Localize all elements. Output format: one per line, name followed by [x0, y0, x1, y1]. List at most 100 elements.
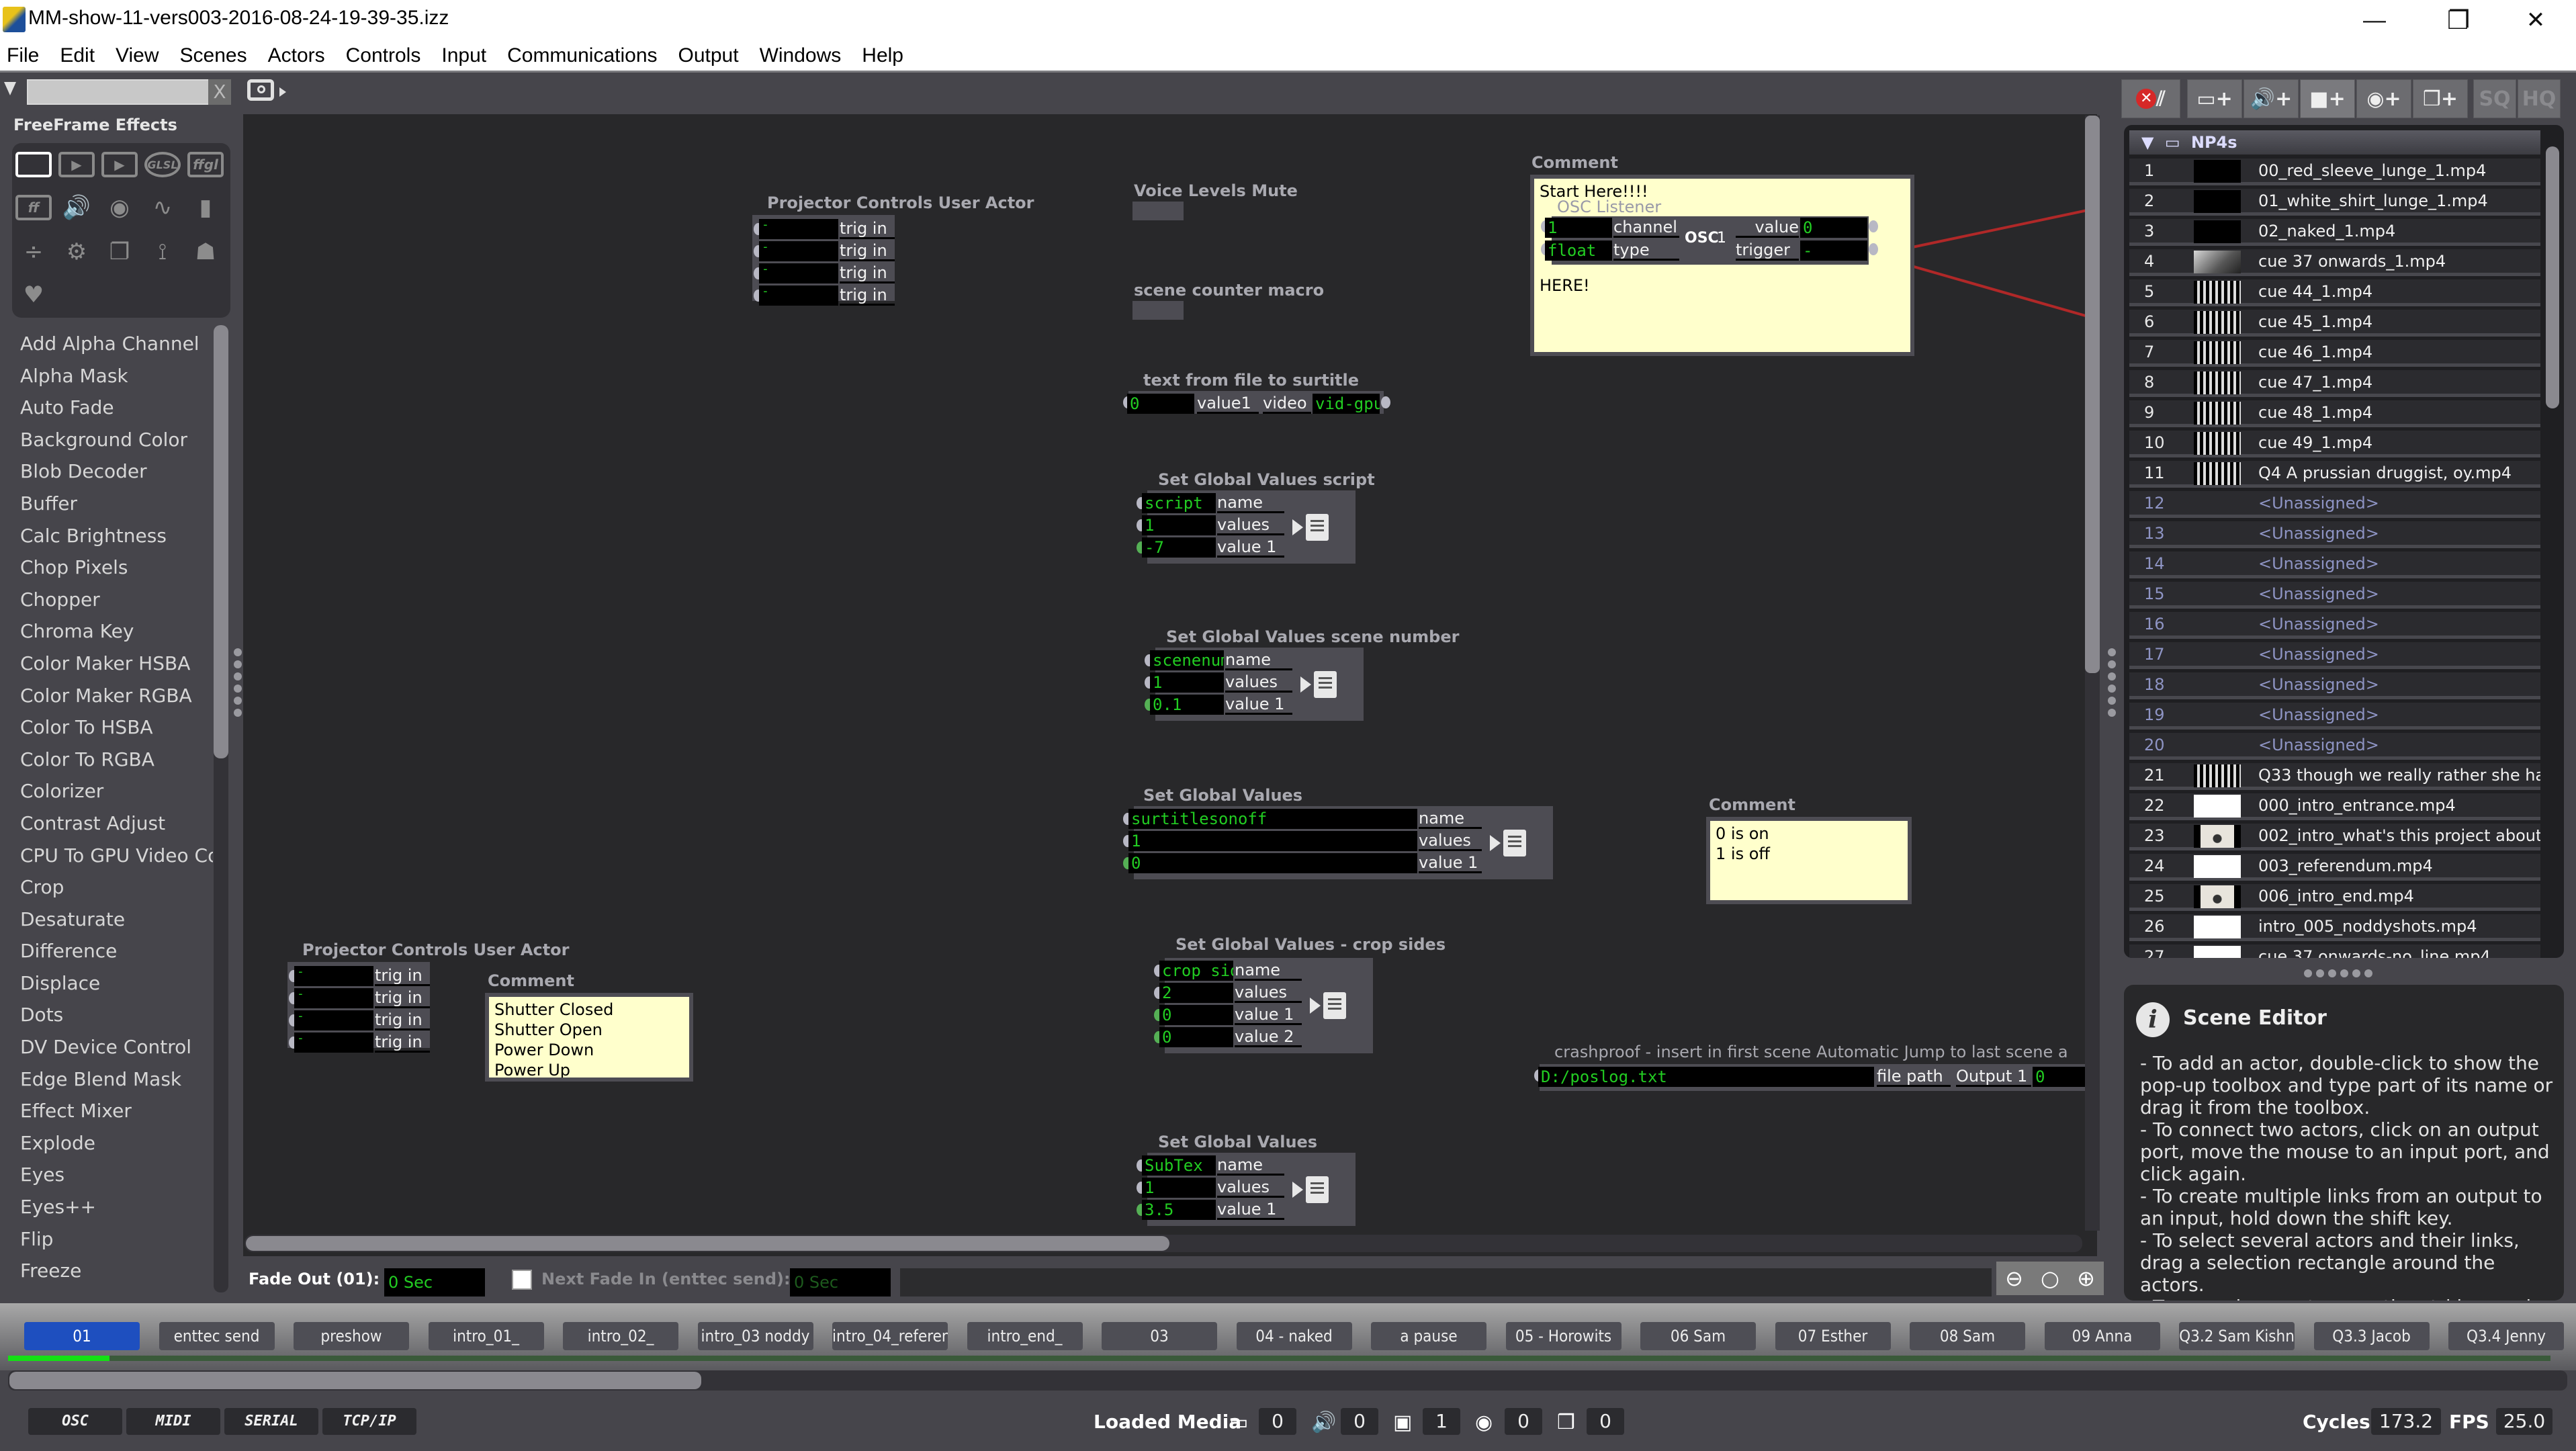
effect-list-item[interactable]: CPU To GPU Video Converter: [8, 840, 213, 872]
file-path-field[interactable]: D:/poslog.txt: [1538, 1067, 1874, 1087]
close-button[interactable]: ✕: [2495, 0, 2576, 40]
snapshot-menu-arrow-icon[interactable]: [279, 87, 286, 97]
values-field[interactable]: 1: [1128, 831, 1417, 851]
scene-tab[interactable]: 08 Sam: [1910, 1322, 2025, 1350]
snapshot-camera-icon[interactable]: [247, 79, 274, 101]
effect-list-item[interactable]: Contrast Adjust: [8, 807, 213, 840]
effect-list-item[interactable]: Explode: [8, 1127, 213, 1159]
add-movie-button[interactable]: ▭+: [2187, 79, 2242, 118]
midi-icon[interactable]: ◉: [101, 194, 138, 221]
effect-list-item[interactable]: Eyes: [8, 1159, 213, 1191]
media-bin-item[interactable]: 8 cue 47_1.mp4: [2129, 370, 2540, 397]
media-bin-item[interactable]: 3 02_naked_1.mp4: [2129, 219, 2540, 246]
osc-status-button[interactable]: OSC: [28, 1408, 122, 1435]
canvas-vertical-scroll-thumb[interactable]: [2085, 116, 2100, 673]
media-bin-item[interactable]: 6 cue 45_1.mp4: [2129, 310, 2540, 337]
name-field[interactable]: SubTex: [1142, 1155, 1216, 1176]
search-clear-button[interactable]: X: [208, 79, 231, 105]
menu-controls[interactable]: Controls: [346, 44, 421, 67]
document-icon[interactable]: [1314, 670, 1337, 698]
type-value-field[interactable]: float: [1545, 240, 1612, 261]
left-splitter-grip[interactable]: [234, 648, 242, 717]
menu-input[interactable]: Input: [441, 44, 486, 67]
effect-list-item[interactable]: Flip: [8, 1223, 213, 1256]
sq-button[interactable]: SQ: [2473, 79, 2516, 118]
mouse-icon[interactable]: ▮: [187, 194, 224, 221]
menu-windows[interactable]: Windows: [760, 44, 842, 67]
tcpip-status-button[interactable]: TCP/IP: [322, 1408, 416, 1435]
toolbox-search-input[interactable]: [27, 79, 215, 105]
name-field[interactable]: surtitlesonoff: [1128, 809, 1417, 829]
effect-list-item[interactable]: Blob Decoder: [8, 455, 213, 488]
document-icon[interactable]: [1323, 992, 1346, 1019]
math-icon[interactable]: ÷: [15, 238, 52, 265]
video-output-field[interactable]: vid-gpu: [1313, 394, 1380, 414]
toolbox-collapse-icon[interactable]: [4, 82, 16, 95]
scene-tab[interactable]: 01: [24, 1322, 140, 1350]
user-actor-icon[interactable]: ☗: [187, 238, 224, 265]
restore-button[interactable]: ❐: [2418, 0, 2499, 40]
scene-tab[interactable]: Q3.4 Jenny: [2448, 1322, 2564, 1350]
media-bin-item[interactable]: 25 006_intro_end.mp4: [2129, 884, 2540, 911]
value1-field[interactable]: 0: [1127, 394, 1194, 414]
values-field[interactable]: 1: [1142, 515, 1216, 535]
scene-tab[interactable]: intro_01_: [428, 1322, 544, 1350]
next-fade-in-checkbox[interactable]: [512, 1270, 532, 1290]
delete-media-button[interactable]: ✕ ⫽: [2121, 79, 2180, 118]
scene-tab[interactable]: 05 - Horowits: [1505, 1322, 1622, 1350]
effect-list-item[interactable]: Chop Pixels: [8, 552, 213, 584]
effect-list-item[interactable]: Eyes++: [8, 1191, 213, 1223]
trigger-output-field[interactable]: -: [1800, 240, 1867, 261]
media-bin-item[interactable]: 20 <Unassigned>: [2129, 733, 2540, 760]
comment-projector-commands[interactable]: Shutter Closed Shutter Open Power Down P…: [485, 993, 693, 1082]
scene-tab[interactable]: intro_03 noddy: [697, 1322, 813, 1350]
scene-tab[interactable]: a pause: [1371, 1322, 1486, 1350]
media-bin-item[interactable]: 11 Q4 A prussian druggist, oy.mp4: [2129, 461, 2540, 488]
media-bin-scroll-thumb[interactable]: [2546, 146, 2559, 408]
document-icon[interactable]: [1306, 1176, 1329, 1203]
media-bin-item[interactable]: 23 002_intro_what's this project about: [2129, 824, 2540, 850]
channel-value-field[interactable]: 1: [1545, 218, 1612, 238]
zoom-out-icon[interactable]: ⊖: [2005, 1266, 2023, 1291]
effect-list-item[interactable]: Edge Blend Mask: [8, 1063, 213, 1096]
media-bin-item[interactable]: 13 <Unassigned>: [2129, 521, 2540, 548]
media-bin-item[interactable]: 4 cue 37 onwards_1.mp4: [2129, 249, 2540, 276]
media-bin-item[interactable]: 10 cue 49_1.mp4: [2129, 431, 2540, 457]
antenna-icon[interactable]: ⟟: [144, 238, 181, 265]
media-bin-item[interactable]: 1 00_red_sleeve_lunge_1.mp4: [2129, 159, 2540, 185]
gear-icon[interactable]: ⚙: [58, 238, 95, 265]
media-bin-item[interactable]: 5 cue 44_1.mp4: [2129, 279, 2540, 306]
scene-tab[interactable]: 09 Anna: [2044, 1322, 2160, 1350]
effect-list-item[interactable]: Dots: [8, 999, 213, 1031]
effect-list-item[interactable]: Displace: [8, 967, 213, 1000]
effect-list-item[interactable]: Chopper: [8, 584, 213, 616]
freeframe-icon[interactable]: ff: [15, 194, 52, 221]
menu-file[interactable]: File: [7, 44, 39, 67]
values-field[interactable]: 2: [1159, 983, 1233, 1003]
output-video-icon[interactable]: ▶: [101, 151, 138, 178]
right-splitter-grip[interactable]: [2108, 648, 2116, 717]
scene-tab[interactable]: 07 Esther: [1775, 1322, 1891, 1350]
wave-icon[interactable]: ∿: [144, 194, 181, 221]
trigger-field[interactable]: -: [759, 241, 838, 261]
ffgl-icon[interactable]: ffgl: [187, 151, 224, 178]
output-port[interactable]: [1381, 396, 1390, 408]
media-bin-item[interactable]: 19 <Unassigned>: [2129, 703, 2540, 730]
media-bin-item[interactable]: 27 cue 37 onwards-no_line.mp4: [2129, 944, 2540, 958]
scene-tab[interactable]: 06 Sam: [1640, 1322, 1756, 1350]
zoom-reset-icon[interactable]: ○: [2041, 1266, 2059, 1291]
video-actors-icon[interactable]: [15, 151, 52, 178]
media-bin-item[interactable]: 17 <Unassigned>: [2129, 642, 2540, 669]
media-bin-item[interactable]: 16 <Unassigned>: [2129, 612, 2540, 639]
fade-out-field[interactable]: 0 Sec: [384, 1268, 485, 1296]
scene-list-scroll-thumb[interactable]: [9, 1372, 701, 1389]
document-icon[interactable]: [1306, 513, 1329, 541]
comment-surtitles-onoff[interactable]: 0 is on 1 is off: [1706, 817, 1912, 904]
media-help-splitter[interactable]: [2304, 969, 2372, 977]
trigger-field[interactable]: -: [759, 285, 838, 306]
effect-list-item[interactable]: Calc Brightness: [8, 520, 213, 552]
favorites-heart-icon[interactable]: ♥: [15, 281, 52, 308]
scene-tab[interactable]: intro_04_referend: [832, 1322, 948, 1350]
effect-list-item[interactable]: Difference: [8, 935, 213, 967]
name-field[interactable]: scenenumber: [1150, 650, 1224, 670]
